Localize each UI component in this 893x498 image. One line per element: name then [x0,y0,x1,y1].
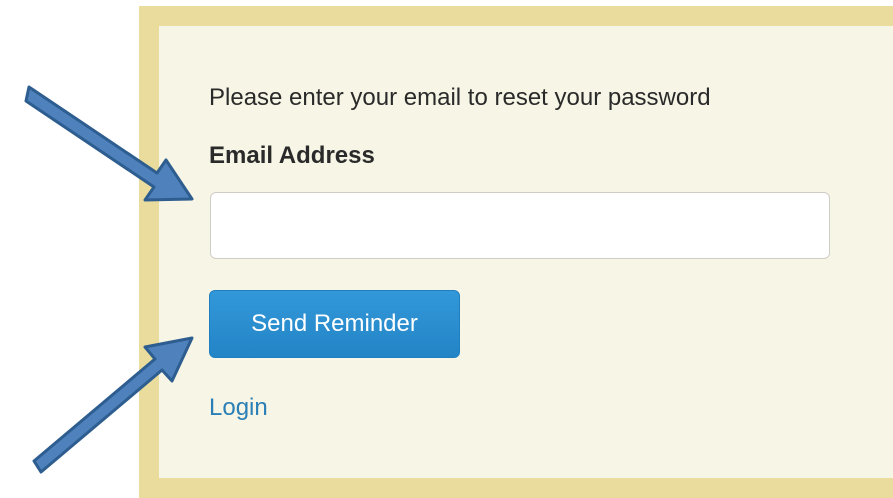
annotation-arrows [24,85,194,474]
arrow-icon [24,85,194,202]
arrow-icon [32,336,194,474]
reset-password-screen: Please enter your email to reset your pa… [0,0,893,498]
